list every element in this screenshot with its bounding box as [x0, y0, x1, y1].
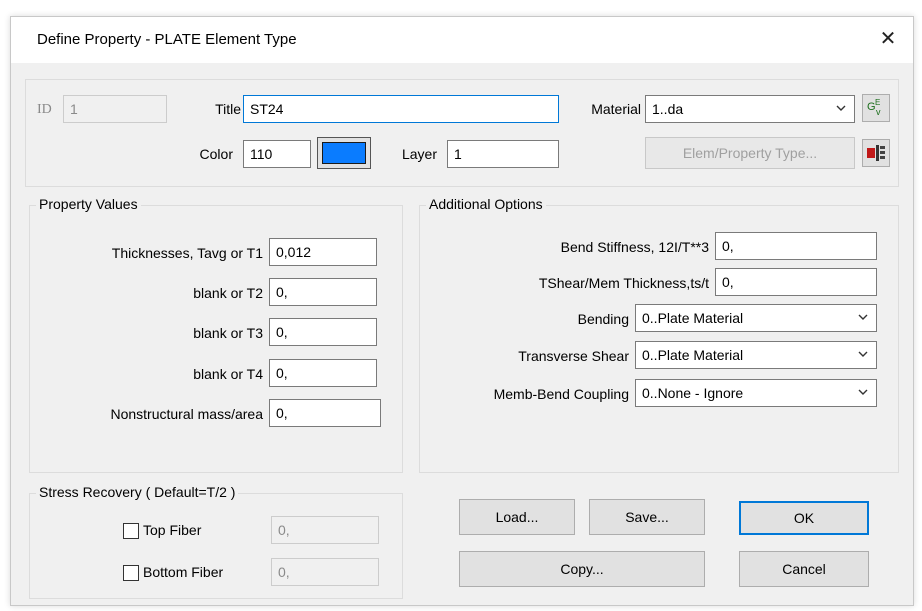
t2-label: blank or T2: [193, 285, 263, 301]
color-label: Color: [199, 146, 233, 162]
bottom-fiber-field: 0,: [271, 558, 379, 586]
t3-label: blank or T3: [193, 325, 263, 341]
memb-bend-coupling-select-value: 0..None - Ignore: [642, 385, 744, 401]
bending-select[interactable]: 0..Plate Material: [635, 304, 877, 332]
cancel-button[interactable]: Cancel: [739, 551, 869, 587]
nonstructural-mass-field[interactable]: 0,: [269, 399, 381, 427]
bottom-fiber-label[interactable]: Bottom Fiber: [143, 564, 223, 580]
transverse-shear-label: Transverse Shear: [518, 348, 629, 364]
thickness-t1-label: Thicknesses, Tavg or T1: [111, 245, 263, 261]
bending-select-value: 0..Plate Material: [642, 310, 744, 326]
chevron-down-icon: [858, 389, 868, 395]
material-editor-button[interactable]: G E v: [862, 94, 890, 122]
id-label: ID: [37, 102, 52, 117]
element-type-icon: [867, 145, 885, 161]
transverse-shear-select-value: 0..Plate Material: [642, 347, 744, 363]
material-label: Material: [591, 101, 641, 117]
stress-recovery-title: Stress Recovery ( Default=T/2 ): [36, 484, 239, 500]
color-field[interactable]: 110: [243, 140, 311, 168]
dialog-title: Define Property - PLATE Element Type: [37, 31, 297, 48]
bend-stiffness-label: Bend Stiffness, 12I/T**3: [560, 239, 709, 255]
bottom-fiber-checkbox[interactable]: [123, 565, 139, 581]
top-fiber-checkbox[interactable]: [123, 523, 139, 539]
property-values-title: Property Values: [36, 196, 141, 212]
transverse-shear-select[interactable]: 0..Plate Material: [635, 341, 877, 369]
svg-text:v: v: [876, 107, 881, 117]
material-select[interactable]: 1..da: [645, 95, 855, 123]
t4-label: blank or T4: [193, 366, 263, 382]
t2-field[interactable]: 0,: [269, 278, 377, 306]
nonstructural-mass-label: Nonstructural mass/area: [110, 406, 263, 422]
title-bar: Define Property - PLATE Element Type ✕: [11, 17, 913, 63]
close-icon[interactable]: ✕: [875, 26, 901, 52]
additional-options-title: Additional Options: [426, 196, 546, 212]
element-type-icon-button[interactable]: [862, 139, 890, 167]
top-fiber-label[interactable]: Top Fiber: [143, 522, 201, 538]
title-label: Title: [215, 101, 241, 117]
memb-bend-coupling-label: Memb-Bend Coupling: [493, 386, 629, 402]
ok-button[interactable]: OK: [739, 501, 869, 535]
save-button[interactable]: Save...: [589, 499, 705, 535]
chevron-down-icon: [858, 351, 868, 357]
material-select-value: 1..da: [652, 101, 684, 117]
id-field: 1: [63, 95, 167, 123]
thickness-t1-field[interactable]: 0,012: [269, 238, 377, 266]
memb-bend-coupling-select[interactable]: 0..None - Ignore: [635, 379, 877, 407]
layer-label: Layer: [401, 146, 437, 162]
color-swatch-button[interactable]: [317, 137, 371, 169]
color-swatch: [322, 142, 366, 164]
copy-button[interactable]: Copy...: [459, 551, 705, 587]
tshear-label: TShear/Mem Thickness,ts/t: [538, 275, 709, 291]
top-fiber-field: 0,: [271, 516, 379, 544]
layer-field[interactable]: 1: [447, 140, 559, 168]
material-editor-icon: G E v: [867, 98, 881, 117]
chevron-down-icon: [836, 105, 846, 111]
title-field[interactable]: ST24: [243, 95, 559, 123]
chevron-down-icon: [858, 314, 868, 320]
elem-property-type-button: Elem/Property Type...: [645, 137, 855, 169]
load-button[interactable]: Load...: [459, 499, 575, 535]
bend-stiffness-field[interactable]: 0,: [715, 232, 877, 260]
svg-text:E: E: [875, 98, 880, 107]
define-property-dialog: Define Property - PLATE Element Type ✕ I…: [10, 16, 914, 606]
tshear-field[interactable]: 0,: [715, 268, 877, 296]
t3-field[interactable]: 0,: [269, 318, 377, 346]
t4-field[interactable]: 0,: [269, 359, 377, 387]
bending-label: Bending: [577, 311, 629, 327]
